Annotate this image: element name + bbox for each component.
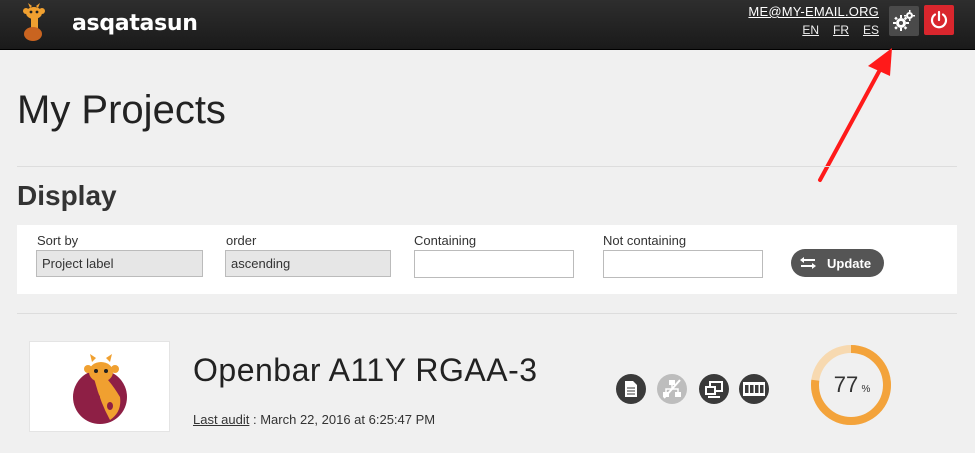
logout-button[interactable]: [924, 5, 954, 35]
containing-input[interactable]: [414, 250, 574, 278]
site-audit-button-disabled: [657, 374, 687, 404]
project-name-link[interactable]: Openbar A11Y RGAA-3: [193, 352, 538, 389]
not-containing-label: Not containing: [603, 233, 687, 248]
page-audit-icon: [625, 381, 637, 397]
project-score-gauge: 77 %: [810, 344, 892, 426]
score-unit: %: [862, 384, 871, 395]
lang-es-link[interactable]: ES: [863, 23, 879, 37]
brand-name: asqatasun: [72, 11, 198, 36]
scenario-icon: [743, 382, 765, 396]
divider: [17, 166, 957, 167]
score-ring: 77 %: [811, 345, 891, 425]
score-value: 77: [834, 372, 858, 397]
language-switcher: EN FR ES: [802, 23, 879, 37]
update-button-label: Update: [827, 255, 872, 271]
project-thumbnail[interactable]: [29, 341, 170, 432]
gears-icon: [893, 10, 915, 31]
order-label: order: [226, 233, 257, 248]
user-email-link[interactable]: ME@MY-EMAIL.ORG: [748, 4, 879, 19]
divider: [17, 313, 957, 314]
containing-label: Containing: [414, 233, 477, 248]
update-button[interactable]: Update: [791, 249, 884, 277]
order-select[interactable]: ascending: [225, 250, 391, 277]
lang-en-link[interactable]: EN: [802, 23, 819, 37]
power-icon: [930, 10, 948, 29]
display-filter-panel: Sort by Project label order ascending Co…: [17, 225, 957, 294]
project-row: Openbar A11Y RGAA-3 Last audit : March 2…: [17, 330, 957, 453]
display-section-title: Display: [17, 180, 117, 211]
multi-page-icon: [705, 381, 723, 398]
not-containing-input[interactable]: [603, 250, 763, 278]
multi-page-audit-button[interactable]: [699, 374, 729, 404]
lang-fr-link[interactable]: FR: [833, 23, 849, 37]
last-audit-date: March 22, 2016 at 6:25:47 PM: [260, 412, 436, 427]
top-bar: asqatasun ME@MY-EMAIL.ORG EN FR ES: [0, 0, 975, 50]
last-audit-link[interactable]: Last audit: [193, 412, 249, 427]
swap-arrows-icon: [800, 257, 816, 269]
sort-by-select[interactable]: Project label: [36, 250, 203, 277]
scenario-audit-button[interactable]: [739, 374, 769, 404]
annotation-arrow: [818, 48, 892, 182]
sort-by-label: Sort by: [37, 233, 79, 248]
page-audit-button[interactable]: [616, 374, 646, 404]
settings-button[interactable]: [889, 6, 919, 36]
project-logo-icon: [73, 354, 127, 424]
page-title: My Projects: [17, 88, 226, 132]
asqatasun-logo[interactable]: asqatasun: [16, 2, 198, 44]
last-audit-info: Last audit : March 22, 2016 at 6:25:47 P…: [193, 412, 435, 427]
site-audit-disabled-icon: [663, 379, 681, 399]
last-audit-separator: :: [249, 412, 261, 427]
giraffe-logo-icon: [23, 3, 45, 41]
